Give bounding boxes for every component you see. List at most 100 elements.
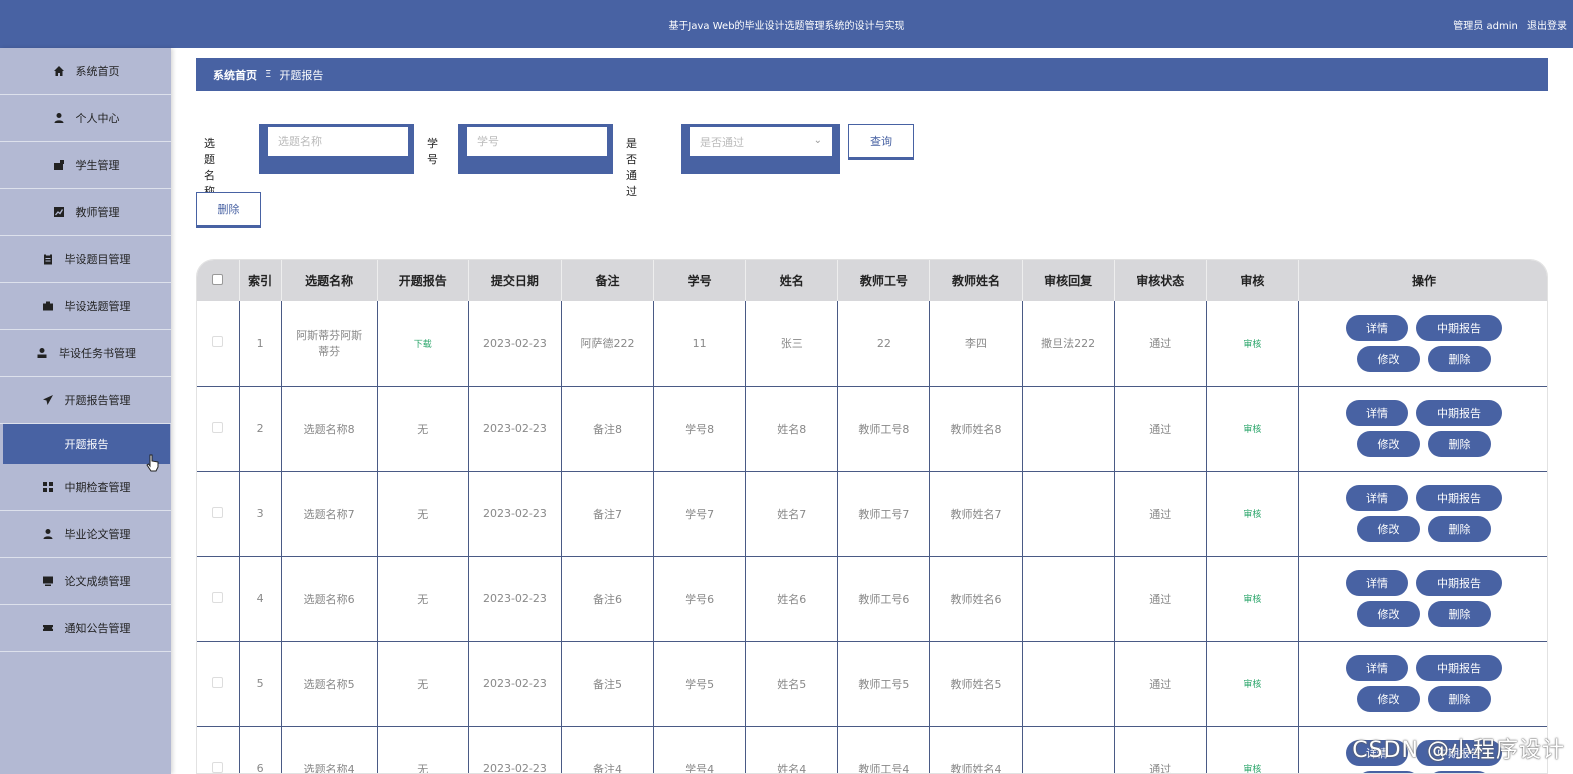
edit-button[interactable]: 修改: [1356, 686, 1420, 712]
row-checkbox[interactable]: [212, 506, 224, 518]
sidebar-item-selections[interactable]: 毕设选题管理: [0, 283, 171, 330]
sidebar-item-grades[interactable]: 论文成绩管理: [0, 558, 171, 605]
sidebar-item-profile[interactable]: 个人中心: [0, 95, 171, 142]
detail-button[interactable]: 详情: [1345, 400, 1408, 426]
detail-button[interactable]: 详情: [1345, 655, 1408, 681]
table-body: 1 阿斯蒂芬阿斯蒂芬 下载 2023-02-23 阿萨德222 11 张三 22 李四 撒旦法22…: [197, 301, 1547, 773]
select-all-header[interactable]: [197, 260, 240, 301]
audit-link[interactable]: 审核: [1243, 340, 1261, 350]
row-delete-button[interactable]: 删除: [1427, 516, 1491, 542]
breadcrumb-current: 开题报告: [279, 68, 324, 82]
download-link[interactable]: 下载: [414, 340, 432, 350]
query-button[interactable]: 查询: [848, 124, 914, 158]
row-checkbox[interactable]: [212, 336, 224, 348]
row-delete-button[interactable]: 删除: [1427, 345, 1491, 372]
row-select-cell[interactable]: [197, 471, 240, 557]
edit-button[interactable]: 修改: [1356, 601, 1420, 627]
cell-ops: 详情中期报告修改删除: [1298, 641, 1547, 727]
stuno-search-input[interactable]: [477, 135, 607, 148]
breadcrumb-home[interactable]: 系统首页: [213, 67, 257, 83]
cell-reply: [1022, 641, 1115, 727]
sidebar-item-notices[interactable]: 通知公告管理: [0, 605, 171, 652]
mid-report-button[interactable]: 中期报告: [1415, 655, 1502, 681]
clipboard-icon: [41, 252, 55, 266]
edit-button[interactable]: 修改: [1356, 516, 1420, 542]
mid-report-button[interactable]: 中期报告: [1415, 314, 1502, 341]
sidebar-item-label: 开题报告: [64, 438, 109, 451]
detail-button[interactable]: 详情: [1345, 314, 1408, 341]
cell-reply: [1022, 471, 1115, 557]
table-row: 4 选题名称6 无 2023-02-23 备注6 学号6 姓名6 教师工号6 教师姓名6 通过 审核…: [197, 556, 1547, 642]
edit-button[interactable]: 修改: [1356, 345, 1420, 372]
watermark: CSDN @小程序设计: [1352, 738, 1565, 763]
row-checkbox[interactable]: [212, 761, 224, 773]
person-icon: [52, 111, 66, 125]
audit-link[interactable]: 审核: [1243, 510, 1261, 520]
sidebar-item-home[interactable]: 系统首页: [0, 48, 171, 95]
topic-search-input[interactable]: [278, 135, 408, 148]
chevron-down-icon: ⌄: [813, 135, 822, 146]
select-all-checkbox[interactable]: [212, 273, 224, 285]
sidebar-item-proposal[interactable]: 开题报告: [3, 424, 170, 464]
column-header: 学号: [653, 260, 747, 301]
row-delete-button[interactable]: 删除: [1427, 686, 1491, 712]
edit-button[interactable]: 修改: [1356, 431, 1420, 457]
row-delete-button[interactable]: 删除: [1427, 601, 1491, 627]
cell-audit: 审核: [1206, 726, 1299, 773]
sidebar-item-taskbook[interactable]: 毕设任务书管理: [0, 330, 171, 377]
cell-reply: [1022, 386, 1115, 472]
mid-report-button[interactable]: 中期报告: [1415, 400, 1502, 426]
cell-audit: 审核: [1206, 556, 1299, 642]
table-header-row: 索引 选题名称 开题报告 提交日期 备注 学号 姓名 教师工号 教师姓名 审核回…: [197, 260, 1547, 301]
sidebar-item-students[interactable]: 学生管理: [0, 142, 171, 189]
sidebar-item-teachers[interactable]: 教师管理: [0, 189, 171, 236]
column-header: 审核回复: [1022, 260, 1115, 301]
column-header: 姓名: [745, 260, 839, 301]
user-icon: [35, 346, 49, 360]
cell-topic: 选题名称6: [281, 556, 378, 642]
sidebar-item-label: 系统首页: [75, 65, 120, 78]
row-checkbox[interactable]: [212, 421, 224, 433]
cell-tname: 教师姓名8: [929, 386, 1023, 472]
chart-icon: [52, 205, 66, 219]
row-select-cell[interactable]: [197, 301, 240, 387]
cell-stuno: 学号6: [653, 556, 747, 642]
audit-link[interactable]: 审核: [1243, 425, 1261, 435]
cell-name: 张三: [745, 301, 839, 387]
row-checkbox[interactable]: [212, 676, 224, 688]
ticket-icon: [41, 621, 55, 635]
pass-select[interactable]: 是否通过 ⌄: [690, 127, 832, 156]
sidebar-item-topics[interactable]: 毕设题目管理: [0, 236, 171, 283]
detail-button[interactable]: 详情: [1345, 570, 1408, 596]
cell-report: 下载: [377, 301, 469, 387]
row-select-cell[interactable]: [197, 641, 240, 727]
row-select-cell[interactable]: [197, 556, 240, 642]
cell-status: 通过: [1114, 641, 1207, 727]
mid-report-button[interactable]: 中期报告: [1415, 485, 1502, 511]
cell-index: 5: [239, 641, 282, 727]
row-select-cell[interactable]: [197, 386, 240, 472]
delete-button[interactable]: 删除: [196, 192, 261, 226]
audit-link[interactable]: 审核: [1243, 680, 1261, 690]
sidebar-item-label: 个人中心: [75, 112, 120, 125]
row-delete-button[interactable]: 删除: [1427, 431, 1491, 457]
audit-link[interactable]: 审核: [1243, 765, 1261, 773]
detail-button[interactable]: 详情: [1345, 485, 1408, 511]
cell-tname: 教师姓名7: [929, 471, 1023, 557]
sidebar-item-proposal-mgmt[interactable]: 开题报告管理: [0, 377, 171, 424]
topic-label: 选题名称: [204, 137, 215, 198]
audit-link[interactable]: 审核: [1243, 595, 1261, 605]
stuno-label: 学号: [427, 137, 438, 166]
cell-tno: 教师工号5: [837, 641, 931, 727]
sidebar-item-label: 通知公告管理: [64, 622, 131, 635]
user-area: 管理员 admin 退出登录: [1447, 17, 1567, 32]
cell-tno: 教师工号6: [837, 556, 931, 642]
row-select-cell[interactable]: [197, 726, 240, 773]
cell-name: 姓名6: [745, 556, 839, 642]
row-checkbox[interactable]: [212, 591, 224, 603]
sidebar-item-thesis[interactable]: 毕业论文管理: [0, 511, 171, 558]
cell-topic: 选题名称4: [281, 726, 378, 773]
cell-ops: 详情中期报告修改删除: [1298, 301, 1547, 387]
logout-link[interactable]: 退出登录: [1527, 21, 1567, 32]
mid-report-button[interactable]: 中期报告: [1415, 570, 1502, 596]
